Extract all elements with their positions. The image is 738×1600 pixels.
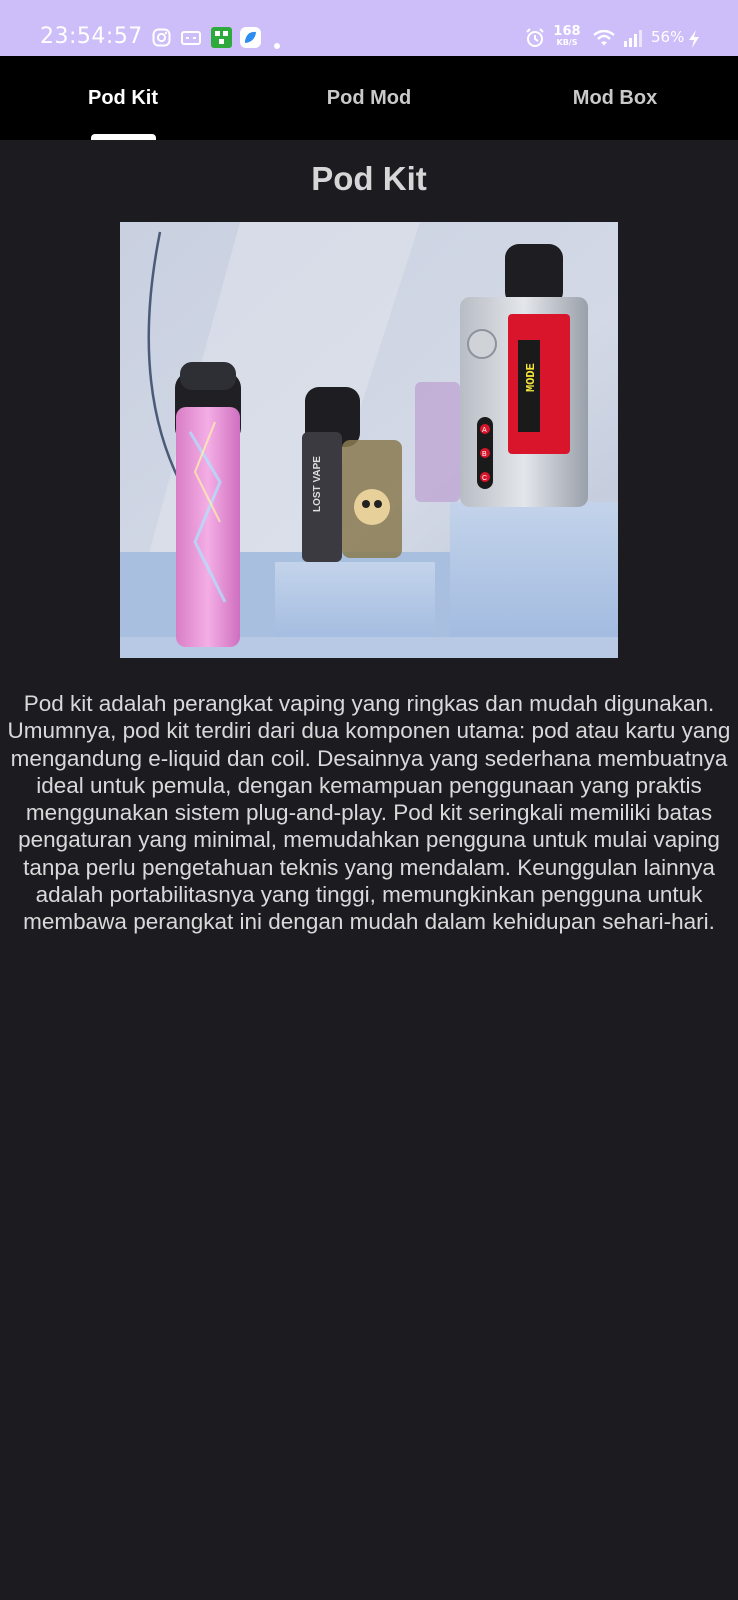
status-bar: 23:54:57 168 KB/S 56% bbox=[0, 0, 738, 56]
brand-text: LOST VAPE bbox=[312, 456, 323, 512]
svg-text:B: B bbox=[482, 451, 487, 458]
tab-bar: Pod Kit Pod Mod Mod Box bbox=[0, 56, 738, 140]
battery-level: 56% bbox=[651, 28, 685, 46]
tab-pod-kit[interactable]: Pod Kit bbox=[0, 56, 246, 140]
tab-mod-box[interactable]: Mod Box bbox=[492, 56, 738, 140]
page-title: Pod Kit bbox=[311, 160, 427, 197]
alarm-icon bbox=[525, 28, 545, 53]
svg-text:MODE: MODE bbox=[524, 363, 538, 392]
instagram-icon bbox=[152, 28, 171, 52]
app-icon bbox=[211, 27, 232, 53]
network-speed: 168 KB/S bbox=[553, 24, 581, 47]
charging-icon bbox=[688, 30, 700, 53]
notification-dot-icon bbox=[274, 36, 280, 54]
message-icon bbox=[181, 31, 201, 50]
signal-icon bbox=[623, 30, 643, 52]
product-image: LOST VAPE MODE A B C bbox=[120, 222, 618, 658]
svg-text:C: C bbox=[482, 475, 487, 482]
wifi-icon bbox=[593, 29, 615, 51]
tab-pod-mod[interactable]: Pod Mod bbox=[246, 56, 492, 140]
app-icon bbox=[240, 27, 261, 53]
svg-text:A: A bbox=[482, 427, 487, 434]
active-tab-indicator bbox=[91, 134, 156, 140]
description-text: Pod kit adalah perangkat vaping yang rin… bbox=[7, 691, 731, 935]
status-time: 23:54:57 bbox=[40, 24, 143, 49]
